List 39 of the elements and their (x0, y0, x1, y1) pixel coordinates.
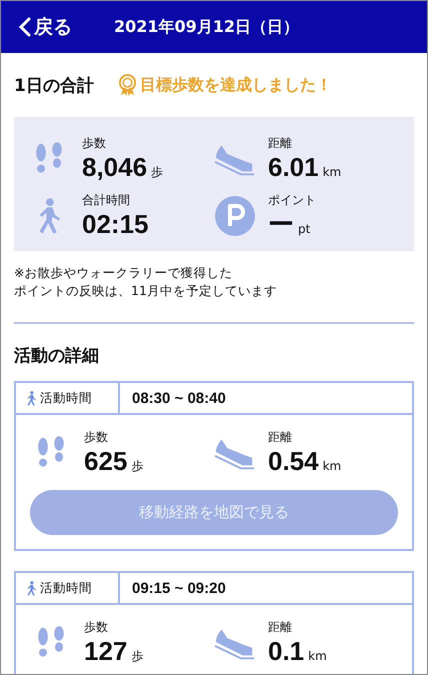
points-p-icon (215, 196, 255, 236)
time-label: 活動時間 (40, 580, 92, 596)
back-button[interactable]: 戻る (1, 14, 72, 40)
stat-value: ー (268, 209, 294, 239)
stat-value: 02:15 (82, 209, 148, 239)
time-range: 08:30 ~ 08:40 (131, 390, 226, 406)
stat-label: 距離 (268, 619, 293, 636)
medal-icon (118, 74, 137, 96)
stat-value: 0.54 (268, 446, 319, 476)
stat-label: ポイント (268, 192, 316, 209)
time-range: 09:15 ~ 09:20 (131, 580, 226, 596)
stat-label: 歩数 (84, 429, 109, 446)
stat-unit: km (322, 165, 342, 179)
stat-value: 625 (84, 446, 128, 476)
stat-value: 127 (84, 636, 128, 666)
back-chevron-icon (19, 17, 31, 37)
stat-value: 6.01 (268, 152, 319, 182)
stat-unit: 歩 (131, 458, 144, 475)
stat-label: 合計時間 (82, 192, 131, 209)
stat-unit: pt (298, 222, 310, 236)
stat-value: 8,046 (82, 152, 148, 182)
date-title: 2021年09月12日（日） (114, 16, 300, 38)
section-title: 活動の詳細 (14, 345, 100, 368)
stat-label: 距離 (268, 429, 293, 446)
note-text: ポイントの反映は、11月中を予定しています (14, 282, 278, 300)
stat-unit: 歩 (131, 648, 144, 665)
stat-label: 歩数 (84, 619, 109, 636)
walking-person-icon (26, 390, 37, 406)
stat-label: 歩数 (82, 135, 107, 152)
stat-label: 距離 (268, 135, 293, 152)
stat-unit: km (322, 459, 342, 473)
achievement-message: 目標歩数を達成しました！ (140, 74, 332, 96)
stat-unit: 歩 (151, 164, 164, 181)
time-label: 活動時間 (40, 390, 92, 406)
note-text: ※お散歩やウォークラリーで獲得した (14, 264, 234, 282)
walking-person-icon (26, 580, 37, 596)
section-title: 1日の合計 (14, 74, 94, 96)
stat-value: 0.1 (268, 636, 304, 666)
stat-unit: km (308, 649, 327, 663)
